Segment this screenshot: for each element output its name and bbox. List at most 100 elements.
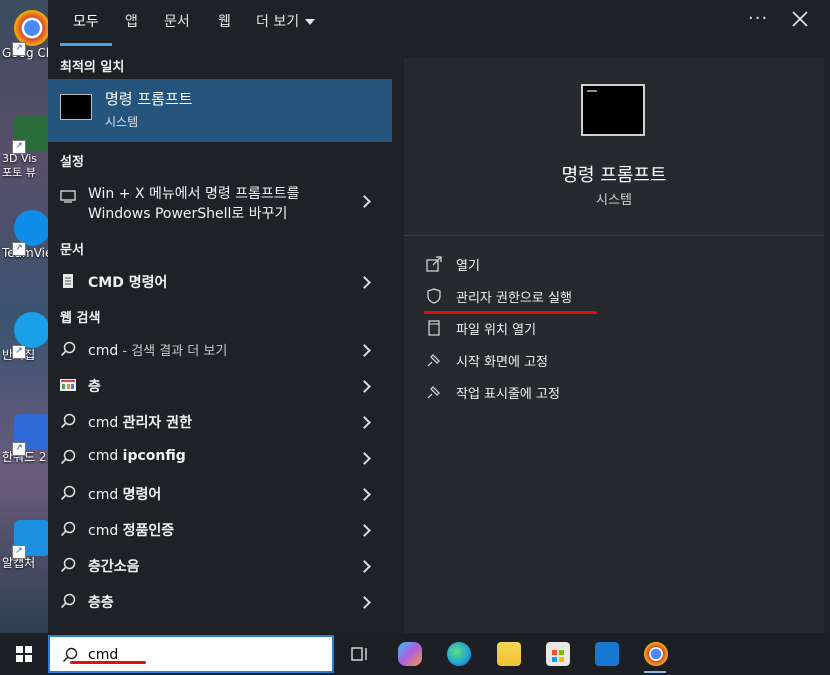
- shortcut-arrow-icon: ↗: [12, 140, 26, 154]
- command-prompt-icon: [60, 94, 92, 120]
- annotation-underline: [70, 661, 146, 664]
- search-icon: [60, 341, 76, 357]
- hanword-desktop-icon[interactable]: 한워드 2: [2, 414, 50, 464]
- web-result-bold: 정품인증: [122, 523, 175, 539]
- floor-plan-thumbnail-icon: [60, 379, 76, 391]
- caret-down-icon: [305, 19, 316, 25]
- search-tabs-bar: 모두 앱 문서 웹 더 보기 ···: [48, 0, 830, 46]
- action-pin-to-start[interactable]: 시작 화면에 고정: [426, 349, 726, 373]
- outlook-icon[interactable]: [595, 642, 619, 666]
- tab-more-label: 더 보기: [256, 14, 300, 30]
- chevron-right-icon: [360, 344, 370, 358]
- windows-logo-pane: [16, 646, 23, 653]
- web-search-header: 웹 검색: [60, 311, 101, 326]
- preview-pane: 명령 프롬프트 시스템 열기 관리자 권한으로 실행 파일 위치 열기 시작 화…: [404, 58, 824, 633]
- search-icon: [60, 413, 76, 429]
- web-result-item[interactable]: cmd ipconfig: [48, 440, 392, 474]
- edge-icon[interactable]: [447, 642, 471, 666]
- chevron-right-icon: [360, 524, 370, 538]
- annotation-underline: [424, 311, 597, 314]
- action-pin-to-start-label: 시작 화면에 고정: [456, 355, 548, 370]
- tab-documents[interactable]: 문서: [164, 11, 190, 31]
- shortcut-arrow-icon: ↗: [12, 442, 26, 456]
- tab-web[interactable]: 웹: [218, 11, 231, 31]
- chrome-icon: [14, 10, 50, 46]
- settings-item-line2: Windows PowerShell로 바꾸기: [88, 206, 288, 222]
- action-open-file-location-label: 파일 위치 열기: [456, 323, 537, 338]
- best-match-item[interactable]: 명령 프롬프트 시스템: [48, 79, 392, 142]
- action-run-as-admin[interactable]: 관리자 권한으로 실행: [426, 285, 726, 309]
- store-tiles-icon: [552, 650, 564, 662]
- search-icon: [60, 521, 76, 537]
- action-pin-to-taskbar-label: 작업 표시줄에 고정: [456, 387, 560, 402]
- chevron-right-icon: [360, 596, 370, 610]
- best-match-header: 최적의 일치: [60, 60, 125, 75]
- bandizip-icon: [14, 312, 50, 348]
- teamviewer-icon: [14, 210, 50, 246]
- preview-title: 명령 프롬프트: [561, 165, 667, 186]
- chevron-right-icon: [360, 488, 370, 502]
- web-result-text: cmd: [88, 523, 123, 539]
- shortcut-arrow-icon: ↗: [12, 345, 26, 359]
- shortcut-arrow-icon: ↗: [12, 42, 26, 56]
- pin-icon: [427, 386, 440, 399]
- web-result-text: cmd: [88, 487, 123, 503]
- best-match-title: 명령 프롬프트: [105, 90, 193, 108]
- tab-all[interactable]: 모두: [73, 11, 99, 31]
- documents-header: 문서: [60, 243, 84, 258]
- search-icon: [60, 593, 76, 609]
- store-icon[interactable]: [546, 642, 570, 666]
- chevron-right-icon: [360, 195, 370, 209]
- action-open-label: 열기: [456, 259, 480, 274]
- search-icon: [60, 485, 76, 501]
- tab-more[interactable]: 더 보기: [256, 11, 316, 31]
- action-pin-to-taskbar[interactable]: 작업 표시줄에 고정: [426, 381, 726, 405]
- shield-icon: [427, 288, 441, 304]
- chevron-right-icon: [360, 380, 370, 394]
- more-options-button[interactable]: ···: [748, 8, 768, 29]
- windows-logo-pane: [25, 646, 32, 653]
- chevron-right-icon: [360, 560, 370, 574]
- shortcut-arrow-icon: ↗: [12, 242, 26, 256]
- web-result-suffix: - 검색 결과 더 보기: [118, 344, 228, 359]
- chevron-right-icon: [360, 276, 370, 290]
- web-result-item[interactable]: cmd 관리자 권한: [48, 404, 392, 438]
- web-result-item[interactable]: 층: [48, 368, 392, 402]
- web-result-item[interactable]: 층간소음: [48, 548, 392, 582]
- web-result-item[interactable]: cmd 명령어: [48, 476, 392, 510]
- tab-apps[interactable]: 앱: [125, 11, 138, 31]
- web-result-bold: 명령어: [122, 487, 162, 503]
- active-app-indicator: [644, 671, 666, 673]
- web-result-text: 층: [88, 379, 101, 395]
- web-result-text: 층층: [88, 595, 114, 611]
- action-open-file-location[interactable]: 파일 위치 열기: [426, 317, 726, 341]
- web-result-text: cmd: [88, 343, 119, 359]
- chrome-icon[interactable]: [644, 642, 668, 666]
- web-result-item[interactable]: cmd - 검색 결과 더 보기: [48, 332, 392, 366]
- web-result-item[interactable]: 층층: [48, 584, 392, 618]
- command-prompt-large-icon: [581, 84, 645, 136]
- search-panel: 모두 앱 문서 웹 더 보기 ··· 최적의 일치 명령 프롬프트 시스템 설정…: [48, 0, 830, 633]
- action-open[interactable]: 열기: [426, 253, 726, 277]
- web-result-bold: ipconfig: [122, 448, 186, 464]
- document-item-label: CMD 명령어: [88, 275, 168, 291]
- file-location-icon: [428, 320, 440, 336]
- web-result-item[interactable]: cmd 정품인증: [48, 512, 392, 546]
- settings-item[interactable]: Win + X 메뉴에서 명령 프롬프트를 Windows PowerShell…: [48, 178, 392, 226]
- close-icon[interactable]: [790, 9, 810, 29]
- task-view-icon[interactable]: [348, 642, 372, 666]
- search-icon: [60, 449, 76, 465]
- file-explorer-icon[interactable]: [497, 642, 521, 666]
- document-item[interactable]: CMD 명령어: [48, 264, 392, 298]
- document-icon: [63, 274, 73, 288]
- copilot-icon[interactable]: [398, 642, 422, 666]
- divider: [404, 235, 824, 236]
- results-list: 최적의 일치 명령 프롬프트 시스템 설정 Win + X 메뉴에서 명령 프롬…: [48, 46, 392, 633]
- chevron-right-icon: [360, 416, 370, 430]
- pin-icon: [427, 354, 440, 367]
- start-button[interactable]: [16, 646, 32, 662]
- preview-subtitle: 시스템: [596, 193, 632, 208]
- taskbar-search-box[interactable]: [48, 635, 334, 673]
- best-match-subtitle: 시스템: [105, 115, 139, 129]
- web-result-text: 층간소음: [88, 559, 140, 575]
